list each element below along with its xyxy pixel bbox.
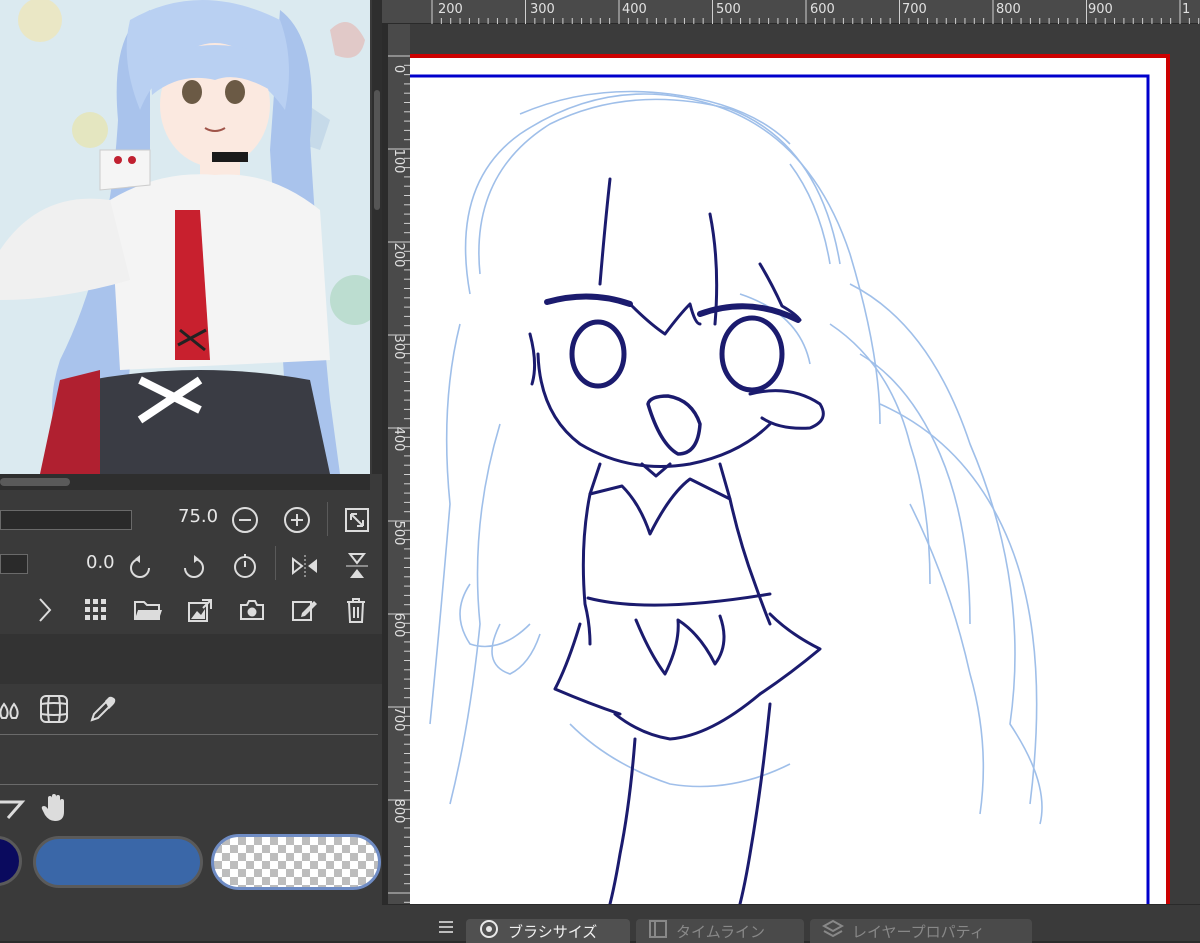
tab-timeline[interactable]: タイムライン xyxy=(636,919,804,943)
transparent-color-swatch[interactable] xyxy=(211,834,381,890)
zoom-in-icon[interactable] xyxy=(281,504,313,536)
zoom-row: 75.0 xyxy=(0,496,382,540)
ruler-tick-label: 1 xyxy=(1182,2,1191,17)
timeline-icon xyxy=(648,919,668,943)
layer-property-icon xyxy=(821,919,845,943)
scroll-thumb[interactable] xyxy=(0,478,70,486)
separator xyxy=(275,546,276,580)
ruler-tick-label: 200 xyxy=(391,242,407,268)
reference-horizontal-scrollbar[interactable] xyxy=(0,474,370,490)
ruler-top: 200 300 400 500 600 700 800 900 1 xyxy=(382,0,1200,24)
camera-icon[interactable] xyxy=(236,594,268,626)
ruler-tick-label: 200 xyxy=(438,2,463,17)
bottom-tab-bar: ブラシサイズ タイムライン レイヤープロパティ xyxy=(382,904,1200,943)
divider xyxy=(0,734,378,735)
triangle-tool-icon[interactable] xyxy=(0,793,26,823)
zoom-out-icon[interactable] xyxy=(229,504,261,536)
fill-icon[interactable] xyxy=(0,694,24,724)
reference-image xyxy=(0,0,370,474)
fit-to-window-icon[interactable] xyxy=(341,504,373,536)
ruler-tick-label: 800 xyxy=(996,2,1021,17)
flip-horizontal-icon[interactable] xyxy=(289,550,321,582)
main-color-swatch[interactable] xyxy=(0,836,22,886)
separator xyxy=(327,502,328,536)
scroll-thumb[interactable] xyxy=(374,90,380,210)
grid-view-icon[interactable] xyxy=(80,594,112,626)
tab-label: ブラシサイズ xyxy=(508,922,598,941)
ruler-tick-label: 400 xyxy=(622,2,647,17)
trash-icon[interactable] xyxy=(340,594,372,626)
menu-icon[interactable] xyxy=(436,917,456,937)
rotate-right-icon[interactable] xyxy=(177,550,209,582)
import-image-icon[interactable] xyxy=(184,594,216,626)
zoom-value: 75.0 xyxy=(178,506,219,527)
chevron-right-icon[interactable] xyxy=(30,594,60,626)
ruler-tick-label: 700 xyxy=(391,706,407,732)
ruler-tick-label: 600 xyxy=(391,612,407,638)
ruler-tick-label: 500 xyxy=(391,520,407,546)
ruler-tick-label: 300 xyxy=(391,334,407,360)
ruler-tick-label: 0 xyxy=(391,64,407,74)
left-panel: 75.0 0.0 xyxy=(0,0,382,941)
ruler-tick-label: 800 xyxy=(391,798,407,824)
ruler-left: 0 100 200 300 400 500 600 700 800 xyxy=(388,24,410,904)
tab-label: レイヤープロパティ xyxy=(852,922,985,941)
reference-vertical-scrollbar[interactable] xyxy=(372,0,382,474)
open-folder-icon[interactable] xyxy=(132,594,164,626)
ruler-tick-label: 700 xyxy=(902,2,927,17)
flip-vertical-icon[interactable] xyxy=(341,550,373,582)
rotation-value: 0.0 xyxy=(86,552,115,573)
sub-color-swatch[interactable] xyxy=(33,836,203,888)
ruler-tick-label: 900 xyxy=(1088,2,1113,17)
tab-label: タイムライン xyxy=(676,922,765,941)
rotation-slider[interactable] xyxy=(0,554,28,574)
zoom-slider[interactable] xyxy=(0,510,132,530)
eyedropper-icon[interactable] xyxy=(86,692,120,726)
ruler-tick-label: 600 xyxy=(810,2,835,17)
brush-size-icon xyxy=(478,919,500,943)
canvas-area[interactable] xyxy=(410,24,1200,906)
tab-layer-property[interactable]: レイヤープロパティ xyxy=(810,919,1032,943)
canvas-paper xyxy=(410,56,1168,906)
panel-header-bar xyxy=(0,634,382,684)
ruler-tick-label: 100 xyxy=(391,148,407,174)
ruler-tick-label: 500 xyxy=(716,2,741,17)
color-swatches xyxy=(0,832,382,892)
edit-icon[interactable] xyxy=(288,594,320,626)
rotation-row: 0.0 xyxy=(0,540,382,584)
tab-brush-size[interactable]: ブラシサイズ xyxy=(466,919,630,943)
panel-footer xyxy=(0,892,382,941)
ruler-tick-label: 400 xyxy=(391,426,407,452)
hand-tool-icon[interactable] xyxy=(38,791,70,825)
rotate-left-icon[interactable] xyxy=(125,550,157,582)
tool-row xyxy=(0,684,382,734)
ruler-tick-label: 300 xyxy=(530,2,555,17)
mesh-transform-icon[interactable] xyxy=(36,692,72,726)
tool-row-2 xyxy=(0,785,382,832)
navigator-actions-row xyxy=(0,588,382,632)
reset-rotation-icon[interactable] xyxy=(229,550,261,582)
